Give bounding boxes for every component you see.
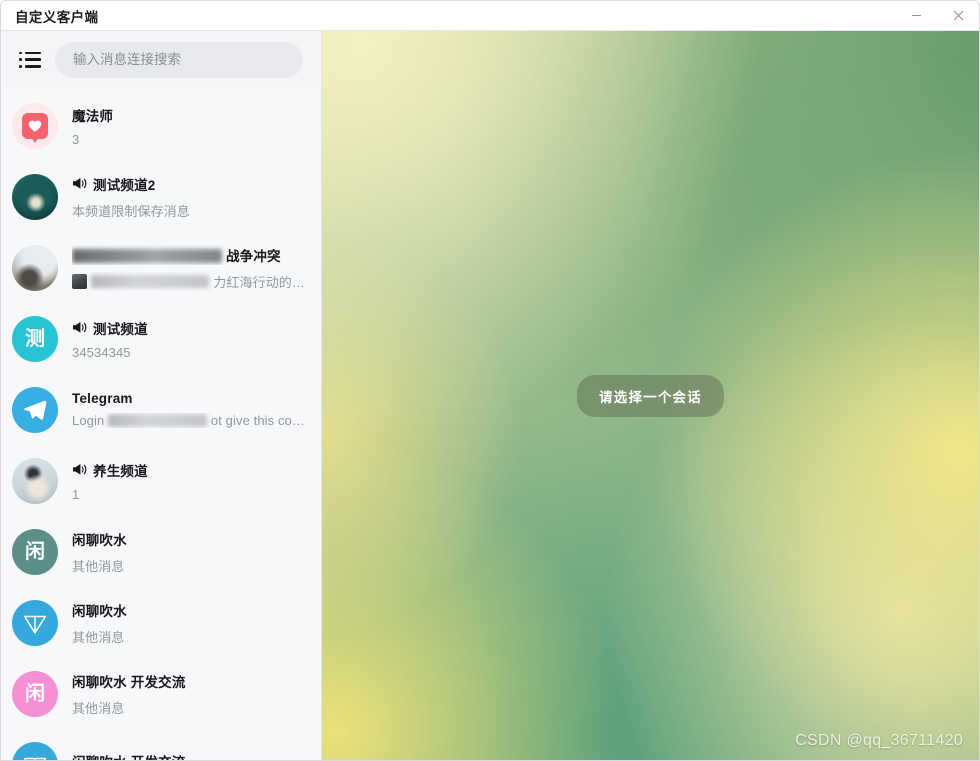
chat-title: 闲聊吹水 开发交流 (72, 674, 186, 690)
chat-texts: 养生频道 1 (72, 460, 305, 502)
minimize-button[interactable] (895, 1, 937, 31)
minimize-icon (911, 15, 921, 16)
chat-preview: 34534345 (72, 344, 131, 360)
telegram-plane-icon (22, 397, 48, 423)
chat-title-line: 闲聊吹水 (72, 529, 305, 549)
chat-texts: 测试频道 34534345 (72, 318, 305, 360)
chat-texts: 战争冲突 力红海行动的… (72, 245, 305, 291)
main-pane: 请选择一个会话 CSDN @qq_36711420 (322, 31, 979, 760)
avatar[interactable]: 闲 (12, 528, 58, 575)
search-row (1, 31, 321, 88)
app-window: 自定义客户端 输入消息连接搜索 魔法师 3 测试频道2 本频道限制保存消息 战争… (0, 0, 980, 761)
chat-title-line: 养生频道 (72, 460, 305, 480)
chat-preview: 其他消息 (72, 700, 125, 716)
chat-texts: 魔法师 3 (72, 105, 305, 147)
chat-title-line: 测试频道2 (72, 174, 305, 194)
sidebar: 魔法师 3 测试频道2 本频道限制保存消息 战争冲突 力红海行动的… 测 测试频道 3453… (1, 31, 322, 760)
chat-list-item[interactable]: 闲聊吹水 开发交流 (1, 729, 321, 760)
chat-preview: 力红海行动的… (72, 272, 305, 291)
chat-list[interactable]: 魔法师 3 测试频道2 本频道限制保存消息 战争冲突 力红海行动的… 测 测试频道 3453… (1, 88, 321, 760)
close-icon (953, 10, 963, 21)
megaphone-icon (73, 464, 87, 475)
megaphone-icon (72, 177, 87, 190)
chat-title: 闲聊吹水 (72, 532, 127, 548)
avatar[interactable] (12, 457, 58, 504)
ton-diamond-icon (23, 615, 47, 634)
list-icon[interactable] (19, 51, 41, 68)
preview-thumbnail (72, 273, 87, 289)
window-title: 自定义客户端 (15, 9, 99, 25)
chat-texts: 闲聊吹水 开发交流 其他消息 (72, 671, 305, 717)
chat-texts: Telegram Login ot give this co… (72, 391, 305, 428)
avatar[interactable] (12, 173, 58, 220)
chat-title-line: 测试频道 (72, 318, 305, 338)
avatar-initial: 测 (25, 327, 45, 350)
avatar[interactable]: 闲 (12, 670, 58, 717)
select-chat-placeholder: 请选择一个会话 (577, 374, 724, 417)
chat-title: 测试频道 (93, 321, 148, 337)
avatar[interactable] (12, 386, 58, 433)
avatar[interactable]: 测 (12, 315, 58, 362)
chat-title-line: 闲聊吹水 (72, 600, 305, 620)
chat-title-line: 魔法师 (72, 105, 305, 125)
avatar[interactable] (12, 599, 58, 646)
megaphone-icon (73, 322, 87, 333)
megaphone-icon (73, 178, 87, 189)
heart-bubble-icon (22, 112, 48, 143)
chat-list-item[interactable]: 养生频道 1 (1, 445, 321, 516)
window-controls (895, 1, 979, 31)
chat-list-item[interactable]: 闲 闲聊吹水 开发交流 其他消息 (1, 658, 321, 729)
titlebar: 自定义客户端 (1, 1, 979, 31)
chat-title-line: 战争冲突 (72, 245, 305, 265)
chat-title: 闲聊吹水 (72, 603, 127, 619)
chat-preview: Login ot give this co… (72, 413, 305, 428)
body-split: 魔法师 3 测试频道2 本频道限制保存消息 战争冲突 力红海行动的… 测 测试频道 3453… (1, 31, 979, 760)
search-box[interactable] (55, 41, 303, 78)
chat-texts: 闲聊吹水 其他消息 (72, 529, 305, 575)
megaphone-icon (72, 321, 87, 334)
chat-list-item[interactable]: 魔法师 3 (1, 90, 321, 161)
avatar-initial: 闲 (25, 682, 45, 705)
chat-preview: 1 (72, 486, 80, 502)
chat-texts: 闲聊吹水 其他消息 (72, 600, 305, 646)
chat-title: 养生频道 (93, 463, 148, 479)
chat-list-item[interactable]: 战争冲突 力红海行动的… (1, 232, 321, 303)
chat-list-item[interactable]: 闲 闲聊吹水其他消息 (1, 516, 321, 587)
redacted-text (91, 274, 210, 288)
chat-title-line: 闲聊吹水 开发交流 (72, 751, 305, 760)
chat-preview: 其他消息 (72, 629, 125, 645)
heart-icon (28, 120, 42, 132)
chat-title: 魔法师 (72, 108, 114, 124)
chat-texts: 测试频道2 本频道限制保存消息 (72, 174, 305, 220)
chat-title: 战争冲突 (72, 245, 281, 265)
megaphone-icon (72, 463, 87, 476)
chat-list-item[interactable]: 闲聊吹水 其他消息 (1, 587, 321, 658)
chat-list-item[interactable]: Telegram Login ot give this co… (1, 374, 321, 445)
chat-title: 测试频道2 (93, 177, 156, 193)
telegram-plane-icon (23, 399, 47, 420)
chat-title-line: 闲聊吹水 开发交流 (72, 671, 305, 691)
avatar[interactable] (12, 102, 58, 149)
watermark: CSDN @qq_36711420 (795, 732, 963, 749)
chat-preview: 其他消息 (72, 558, 125, 574)
chat-title: 闲聊吹水 开发交流 (72, 751, 186, 760)
redacted-text (108, 414, 207, 427)
avatar[interactable] (12, 244, 58, 291)
avatar[interactable] (12, 741, 58, 760)
chat-title: Telegram (72, 391, 133, 406)
chat-preview: 本频道限制保存消息 (72, 203, 190, 219)
search-input[interactable] (73, 52, 285, 67)
chat-texts: 闲聊吹水 开发交流 (72, 751, 305, 760)
chat-preview: 3 (72, 131, 80, 147)
close-button[interactable] (937, 1, 979, 31)
chat-list-item[interactable]: 测试频道2 本频道限制保存消息 (1, 161, 321, 232)
redacted-text (72, 248, 222, 263)
ton-diamond-icon (23, 757, 47, 760)
chat-title-line: Telegram (72, 391, 305, 406)
chat-list-item[interactable]: 测 测试频道 34534345 (1, 303, 321, 374)
ton-diamond-icon (23, 753, 47, 760)
avatar-initial: 闲 (25, 540, 45, 563)
ton-diamond-icon (23, 611, 47, 635)
